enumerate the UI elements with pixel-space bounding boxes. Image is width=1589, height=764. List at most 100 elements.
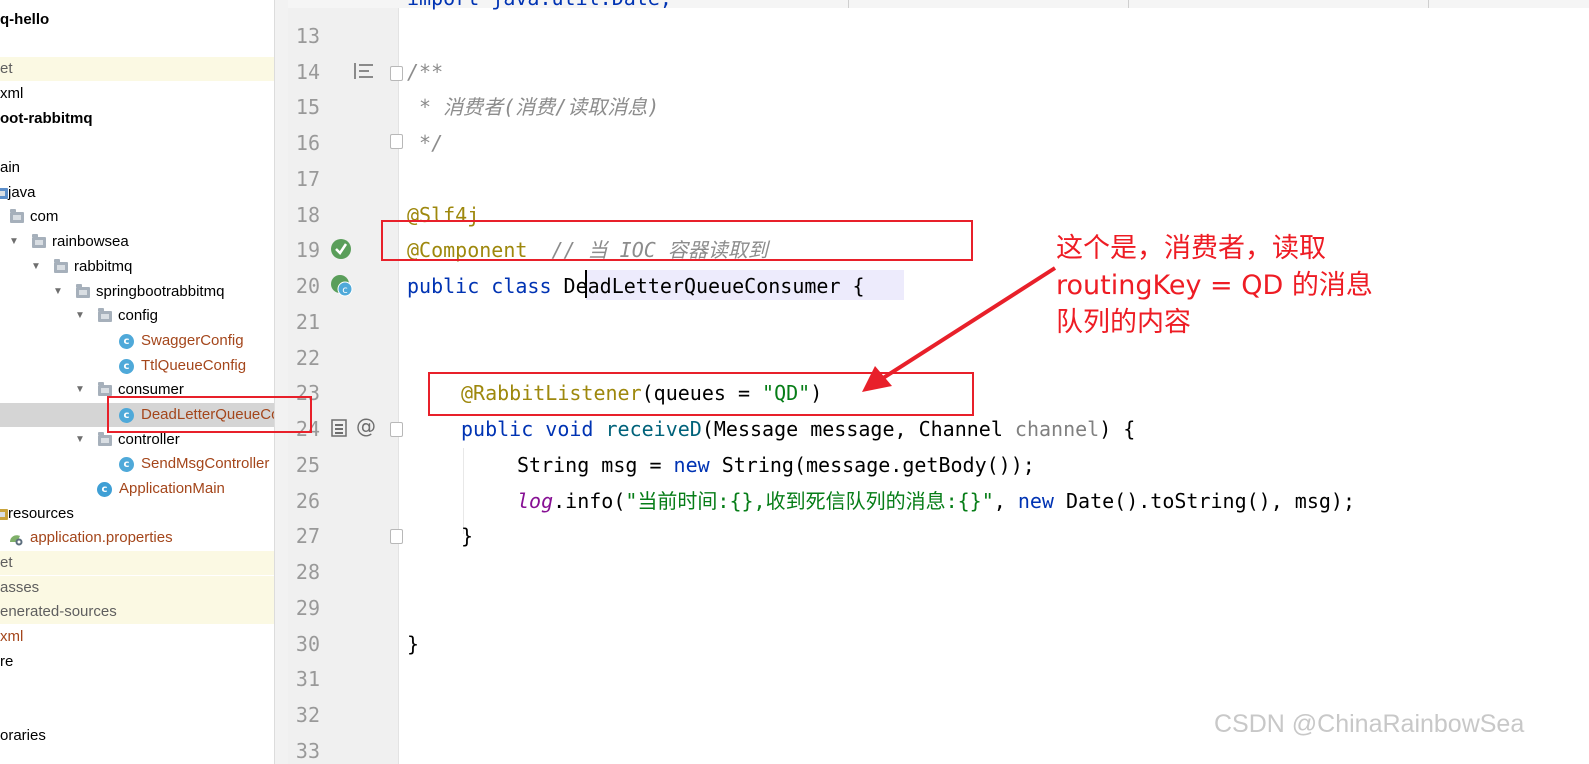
line-number: 32 bbox=[295, 703, 320, 727]
package-icon bbox=[98, 432, 112, 446]
code-line-30: } bbox=[407, 632, 420, 656]
package-icon bbox=[98, 308, 112, 322]
tree-item-label: et bbox=[0, 60, 13, 77]
tree-item-springbootrabbitmq[interactable]: ▼ springbootrabbitmq bbox=[0, 280, 275, 304]
code-text: String(message.getBody()); bbox=[721, 453, 1035, 477]
properties-file-icon bbox=[10, 535, 23, 546]
tree-item-generated-sources[interactable]: enerated-sources bbox=[0, 600, 275, 624]
tree-item-main[interactable]: ain bbox=[0, 156, 275, 180]
line-number: 27 bbox=[295, 524, 320, 548]
tree-item-label: re bbox=[0, 653, 14, 670]
code-line-24: public void receiveD(Message message, Ch… bbox=[461, 417, 1135, 441]
tree-item-java[interactable]: java bbox=[0, 181, 275, 205]
code-field: log bbox=[517, 489, 554, 513]
line-number: 19 bbox=[295, 238, 320, 262]
tree-item-label: q-hello bbox=[0, 11, 50, 28]
tree-item-label: xml bbox=[0, 628, 24, 645]
fold-icon[interactable] bbox=[390, 134, 403, 149]
tree-item-swaggerconfig[interactable]: c SwaggerConfig bbox=[0, 329, 275, 353]
indent-guide bbox=[463, 448, 464, 534]
highlight-box-component bbox=[381, 220, 973, 261]
class-icon: c bbox=[119, 334, 134, 349]
annotation-at-icon[interactable]: @ bbox=[356, 414, 376, 438]
tree-item-ttlqueueconfig[interactable]: c TtlQueueConfig bbox=[0, 354, 275, 378]
tree-item-application-properties[interactable]: application.properties bbox=[0, 526, 275, 550]
tree-item-config[interactable]: ▼ config bbox=[0, 304, 275, 328]
chevron-down-icon[interactable]: ▼ bbox=[75, 428, 85, 452]
code-keyword: public class bbox=[407, 274, 564, 298]
tree-item-label: springbootrabbitmq bbox=[96, 283, 225, 300]
line-number: 20 bbox=[295, 274, 320, 298]
tree-item-label: SendMsgController bbox=[141, 455, 270, 472]
tab-divider bbox=[1128, 0, 1129, 8]
tree-item-label: oot-rabbitmq bbox=[0, 110, 93, 127]
code-keyword: new bbox=[673, 453, 722, 477]
tree-item-target[interactable]: et bbox=[0, 551, 275, 575]
spring-component-icon[interactable]: c bbox=[330, 274, 354, 298]
chevron-down-icon[interactable]: ▼ bbox=[53, 280, 63, 304]
code-text: String msg = bbox=[517, 453, 674, 477]
line-number: 31 bbox=[295, 667, 320, 691]
package-icon bbox=[54, 259, 68, 273]
tree-item-pom[interactable]: xml bbox=[0, 625, 275, 649]
chevron-down-icon[interactable]: ▼ bbox=[31, 255, 41, 279]
annotation-note: 这个是，消费者，读取 routingKey = QD 的消息 队列的内容 bbox=[1056, 230, 1436, 341]
code-text: (Message message, Channel bbox=[701, 417, 1015, 441]
spring-bean-icon[interactable] bbox=[330, 238, 352, 260]
line-number: 28 bbox=[295, 560, 320, 584]
tree-item-label: ain bbox=[0, 159, 21, 176]
tree-item-module[interactable]: oot-rabbitmq bbox=[0, 107, 275, 131]
code-unused-param: channel bbox=[1014, 417, 1100, 441]
line-number: 14 bbox=[295, 60, 320, 84]
code-partial-top: import java.util.Date; bbox=[407, 0, 672, 10]
line-number: 16 bbox=[295, 131, 320, 155]
line-number: 17 bbox=[295, 167, 320, 191]
code-line-14: /** bbox=[407, 60, 444, 84]
tree-item-label: java bbox=[8, 184, 36, 201]
line-number: 18 bbox=[295, 203, 320, 227]
fold-icon[interactable] bbox=[390, 66, 403, 81]
line-number: 29 bbox=[295, 596, 320, 620]
chevron-down-icon[interactable]: ▼ bbox=[75, 378, 85, 402]
tree-item-libraries[interactable]: oraries bbox=[0, 724, 275, 748]
tree-item-label: SwaggerConfig bbox=[141, 332, 244, 349]
fold-icon[interactable] bbox=[390, 529, 403, 544]
tree-item-rainbowsea[interactable]: ▼ rainbowsea bbox=[0, 230, 275, 254]
tree-item-pom[interactable]: xml bbox=[0, 82, 275, 106]
tab-divider bbox=[1428, 0, 1429, 8]
chevron-down-icon[interactable]: ▼ bbox=[9, 230, 19, 254]
structure-icon[interactable] bbox=[353, 62, 375, 80]
chevron-down-icon[interactable]: ▼ bbox=[75, 304, 85, 328]
line-number: 25 bbox=[295, 453, 320, 477]
tree-item-target[interactable]: et bbox=[0, 57, 275, 81]
code-text: .info( bbox=[553, 489, 626, 513]
code-keyword: public void bbox=[461, 417, 606, 441]
tree-item-sendmsgcontroller[interactable]: c SendMsgController bbox=[0, 452, 275, 476]
tree-item-classes[interactable]: asses bbox=[0, 576, 275, 600]
code-class-name: DeadLetterQueueConsumer bbox=[563, 274, 841, 298]
tree-item-com[interactable]: com bbox=[0, 205, 275, 229]
tree-item-label: xml bbox=[0, 85, 24, 102]
listener-icon[interactable] bbox=[330, 418, 348, 438]
code-line-27: } bbox=[461, 524, 474, 548]
watermark: CSDN @ChinaRainbowSea bbox=[1214, 710, 1525, 738]
package-icon bbox=[76, 284, 90, 298]
panel-splitter[interactable] bbox=[274, 0, 289, 764]
highlight-box-tree-item bbox=[107, 396, 312, 433]
fold-icon[interactable] bbox=[390, 422, 403, 437]
spring-class-icon: c bbox=[97, 482, 112, 497]
line-number: 13 bbox=[295, 24, 320, 48]
tree-item-project[interactable]: q-hello bbox=[0, 8, 275, 32]
tree-item-resources[interactable]: resources bbox=[0, 502, 275, 526]
tree-item-applicationmain[interactable]: c ApplicationMain bbox=[0, 477, 275, 501]
tree-item-label: enerated-sources bbox=[0, 603, 117, 620]
package-icon bbox=[32, 234, 46, 248]
tree-item-label: com bbox=[30, 208, 59, 225]
code-line-25: String msg = new String(message.getBody(… bbox=[517, 453, 1035, 477]
tree-item-label: asses bbox=[0, 579, 40, 596]
code-line-16: */ bbox=[407, 131, 444, 155]
line-number: 15 bbox=[295, 95, 320, 119]
tree-item-rabbitmq[interactable]: ▼ rabbitmq bbox=[0, 255, 275, 279]
tree-item-re[interactable]: re bbox=[0, 650, 275, 674]
code-line-20: public class DeadLetterQueueConsumer { bbox=[407, 274, 865, 298]
